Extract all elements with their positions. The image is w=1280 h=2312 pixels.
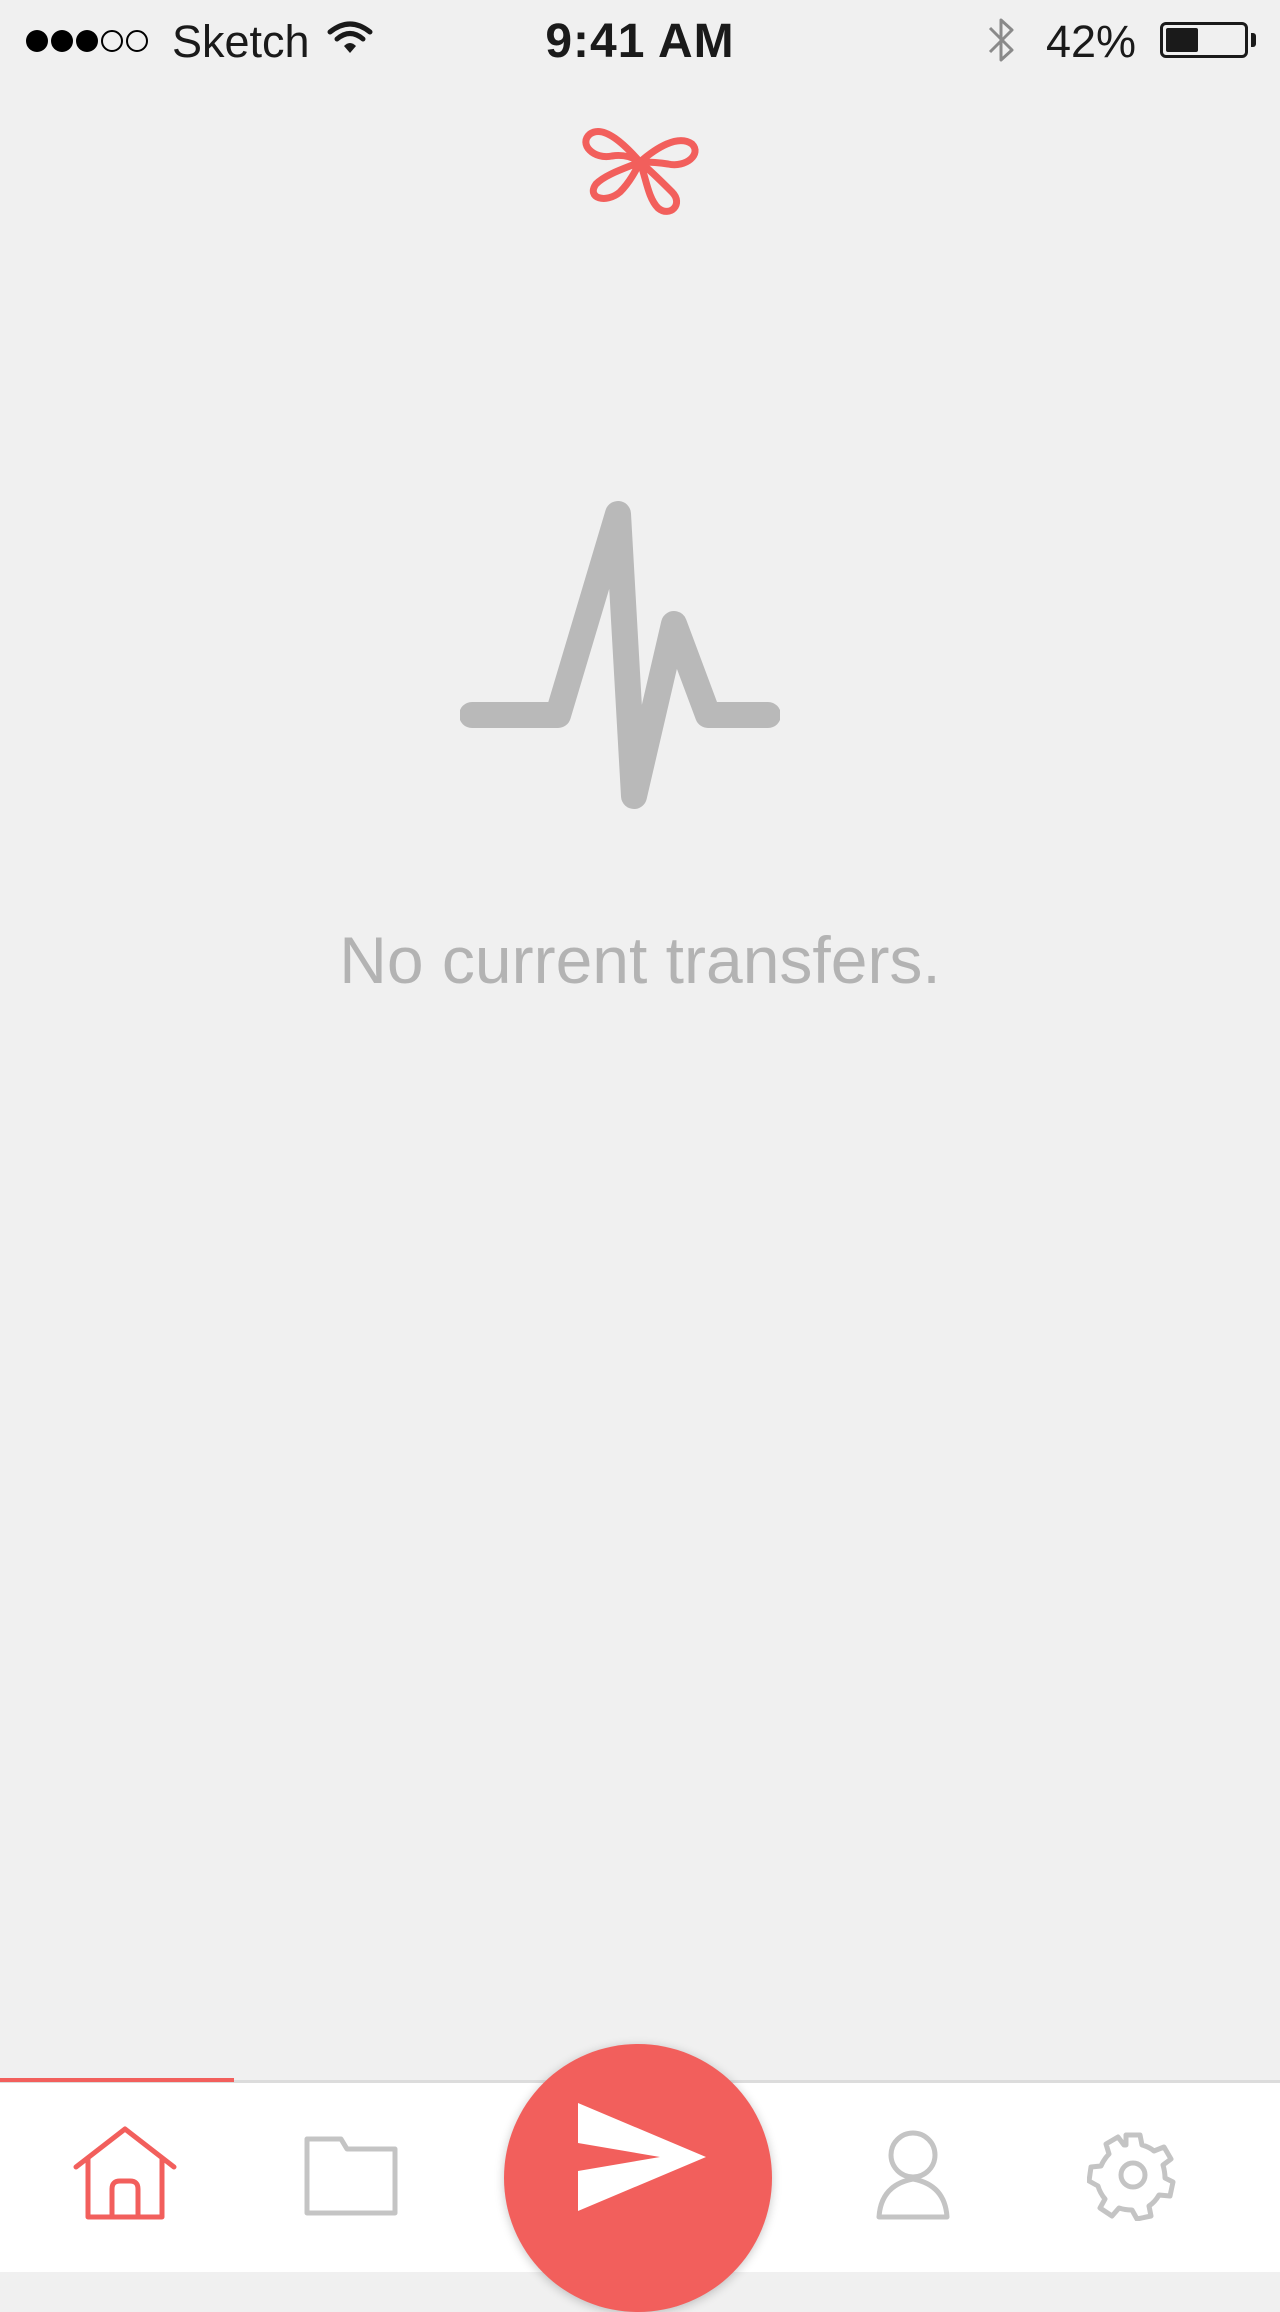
- battery-percentage: 42%: [1046, 16, 1137, 67]
- status-bar: Sketch 9:41 AM 42%: [0, 0, 1280, 80]
- tab-profile[interactable]: [833, 2097, 993, 2257]
- battery-cap: [1251, 33, 1256, 47]
- home-icon: [70, 2125, 180, 2230]
- battery-icon: [1160, 22, 1248, 58]
- tab-home[interactable]: [45, 2097, 205, 2257]
- tab-settings[interactable]: [1053, 2097, 1213, 2257]
- cloverleaf-logo-icon: [576, 104, 704, 220]
- send-icon: [564, 2102, 712, 2220]
- person-icon: [873, 2129, 953, 2226]
- active-tab-indicator: [0, 2078, 234, 2082]
- bluetooth-icon: [984, 14, 1020, 71]
- folder-icon: [303, 2133, 399, 2222]
- empty-state-message: No current transfers.: [339, 923, 941, 997]
- tab-files[interactable]: [271, 2097, 431, 2257]
- gear-icon: [1086, 2129, 1179, 2226]
- pulse-icon: [459, 500, 781, 820]
